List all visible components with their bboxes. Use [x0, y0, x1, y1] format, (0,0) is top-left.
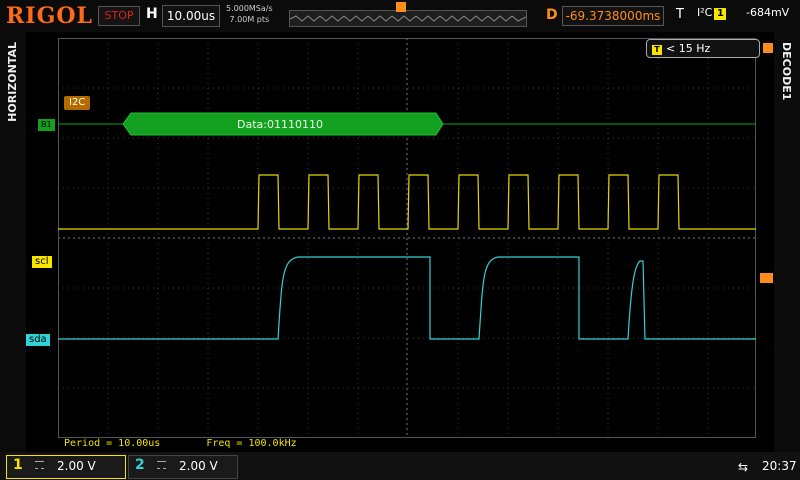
frequency-counter[interactable]: T < 15 Hz: [646, 39, 773, 58]
clock-time: 20:37: [762, 459, 797, 473]
horizontal-label: H: [146, 6, 158, 22]
run-stop-indicator[interactable]: STOP: [98, 6, 140, 26]
channel-1-box[interactable]: 1 2.00 V: [6, 455, 126, 479]
top-status-bar: RIGOL STOP H 10.00us 5.000MSa/s 7.00M pt…: [0, 0, 800, 32]
measurement-readout: Period = 10.00us Freq = 100.0kHz: [64, 438, 343, 449]
dc-coupling-icon: [157, 461, 166, 469]
trigger-label: T: [676, 7, 684, 22]
sample-rate: 5.000MSa/s: [226, 4, 273, 13]
channel-1-number: 1: [13, 457, 23, 473]
usb-icon: ⇆: [738, 460, 749, 474]
channel-2-scale: 2.00 V: [179, 459, 218, 473]
memory-waveform-preview: [289, 15, 527, 22]
counter-trigger-icon: T: [652, 45, 662, 55]
brand-logo: RIGOL: [6, 3, 93, 29]
delay-value[interactable]: -69.3738000ms: [562, 6, 664, 26]
trigger-position-marker-top[interactable]: [396, 2, 406, 12]
channel-1-scale: 2.00 V: [57, 459, 96, 473]
dc-coupling-icon: [35, 461, 44, 469]
period-measurement: Period = 10.00us: [64, 438, 161, 449]
trigger-source[interactable]: I²C 1: [697, 6, 728, 20]
trigger-channel-badge: 1: [714, 8, 727, 20]
channel-2-box[interactable]: 2 2.00 V: [128, 455, 238, 479]
trigger-type: I²C: [697, 6, 713, 19]
bus-type-label: I2C: [64, 96, 91, 110]
horizontal-menu-label: HORIZONTAL: [6, 42, 19, 122]
sda-channel-marker[interactable]: sda: [26, 334, 50, 346]
bus-offset-marker[interactable]: B1: [38, 119, 55, 131]
sample-info: 5.000MSa/s 7.00M pts: [226, 3, 273, 25]
channel-2-number: 2: [135, 457, 145, 473]
trigger-level-marker[interactable]: [760, 273, 773, 283]
timebase-value[interactable]: 10.00us: [162, 5, 220, 27]
memory-depth: 7.00M pts: [229, 15, 270, 24]
left-side-menu[interactable]: HORIZONTAL: [0, 32, 26, 452]
delay-label: D: [546, 7, 558, 23]
right-side-menu[interactable]: DECODE1: [774, 32, 800, 452]
decode-packet-text: Data:01110110: [237, 118, 323, 131]
bottom-channel-bar: 1 2.00 V 2 2.00 V ⇆ 20:37: [0, 452, 800, 480]
trigger-level[interactable]: -684mV: [746, 6, 789, 19]
center-axes: [58, 38, 756, 438]
waveform-grid[interactable]: Data:01110110: [58, 38, 756, 438]
memory-overview-strip[interactable]: [289, 10, 527, 27]
scl-channel-marker[interactable]: scl: [32, 256, 52, 268]
counter-value: < 15 Hz: [666, 42, 711, 55]
freq-measurement: Freq = 100.0kHz: [206, 438, 297, 449]
decode-menu-label: DECODE1: [780, 42, 793, 101]
counter-marker-icon: [763, 43, 773, 53]
